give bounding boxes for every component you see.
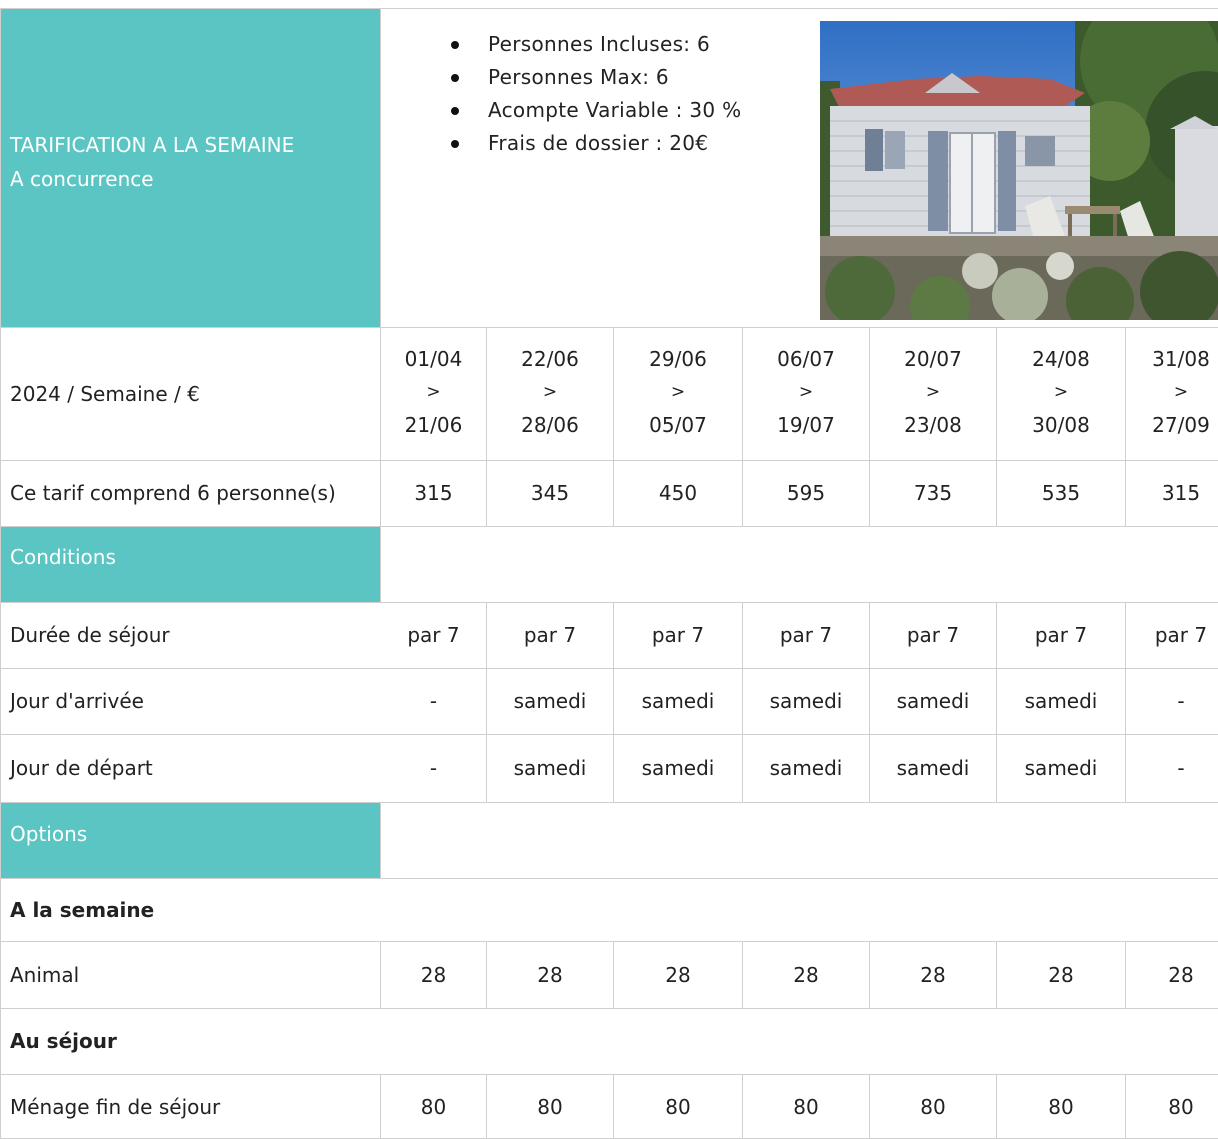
option-cell: 80 xyxy=(537,1095,563,1119)
top-border xyxy=(0,8,1218,9)
info-item: Acompte Variable : 30 % xyxy=(430,94,741,127)
row-divider xyxy=(0,941,1218,942)
mobile-home-photo xyxy=(820,21,1218,320)
condition-cell: samedi xyxy=(1024,756,1098,780)
period-start: 01/04 xyxy=(404,347,463,371)
condition-cell: par 7 xyxy=(1034,623,1088,647)
price-cell: 450 xyxy=(658,481,698,505)
period-separator: > xyxy=(1173,382,1189,402)
period-end: 21/06 xyxy=(404,413,463,437)
condition-cell: par 7 xyxy=(906,623,960,647)
condition-cell: samedi xyxy=(896,756,970,780)
condition-cell: par 7 xyxy=(779,623,833,647)
row-divider xyxy=(0,734,1218,735)
option-cell: 80 xyxy=(793,1095,819,1119)
period-start: 31/08 xyxy=(1152,347,1210,371)
condition-label: Jour d'arrivée xyxy=(10,689,144,713)
period-end: 30/08 xyxy=(1032,413,1090,437)
price-cell: 315 xyxy=(414,481,453,505)
condition-cell: samedi xyxy=(769,689,843,713)
period-separator: > xyxy=(925,382,941,402)
options-title: Options xyxy=(10,822,88,846)
price-cell: 535 xyxy=(1041,481,1081,505)
condition-cell: par 7 xyxy=(523,623,577,647)
condition-cell: par 7 xyxy=(1154,623,1208,647)
pricing-subtitle: A concurrence xyxy=(10,167,154,191)
period-end: 28/06 xyxy=(521,413,579,437)
condition-cell: - xyxy=(1177,756,1185,780)
period-start: 24/08 xyxy=(1032,347,1090,371)
option-cell: 80 xyxy=(420,1095,447,1119)
option-cell: 80 xyxy=(920,1095,946,1119)
stay-heading: Au séjour xyxy=(10,1029,117,1053)
period-start: 22/06 xyxy=(521,347,579,371)
condition-cell: samedi xyxy=(641,756,715,780)
row-divider xyxy=(0,602,1218,603)
info-list: Personnes Incluses: 6 Personnes Max: 6 A… xyxy=(430,28,741,160)
week-heading: A la semaine xyxy=(10,898,155,922)
period-end: 05/07 xyxy=(649,413,707,437)
period-end: 19/07 xyxy=(777,413,835,437)
option-cell: 28 xyxy=(665,963,691,987)
option-cell: 28 xyxy=(920,963,946,987)
conditions-title: Conditions xyxy=(10,545,116,569)
period-separator: > xyxy=(1053,382,1069,402)
condition-cell: - xyxy=(429,756,438,780)
period-start: 06/07 xyxy=(777,347,835,371)
info-item: Personnes Incluses: 6 xyxy=(430,28,741,61)
periods-label: 2024 / Semaine / € xyxy=(10,382,200,406)
info-item: Frais de dossier : 20€ xyxy=(430,127,741,160)
option-cell: 28 xyxy=(1168,963,1194,987)
option-cell: 80 xyxy=(665,1095,691,1119)
option-cell: 28 xyxy=(537,963,563,987)
option-label: Ménage fin de séjour xyxy=(10,1095,221,1119)
condition-cell: samedi xyxy=(1024,689,1098,713)
row-divider xyxy=(0,1008,1218,1009)
col-divider xyxy=(380,8,381,602)
col-divider xyxy=(380,802,381,878)
price-cell: 315 xyxy=(1161,481,1201,505)
condition-cell: samedi xyxy=(513,689,587,713)
condition-cell: par 7 xyxy=(407,623,460,647)
left-border xyxy=(0,8,1,1139)
option-cell: 28 xyxy=(1048,963,1074,987)
row-divider xyxy=(0,1074,1218,1075)
period-separator: > xyxy=(670,382,686,402)
condition-cell: samedi xyxy=(641,689,715,713)
option-cell: 28 xyxy=(420,963,447,987)
period-end: 27/09 xyxy=(1152,413,1210,437)
row-divider xyxy=(0,460,1218,461)
info-item: Personnes Max: 6 xyxy=(430,61,741,94)
price-cell: 735 xyxy=(913,481,953,505)
condition-cell: par 7 xyxy=(651,623,705,647)
period-start: 20/07 xyxy=(904,347,962,371)
option-cell: 80 xyxy=(1048,1095,1074,1119)
pricing-title: TARIFICATION A LA SEMAINE xyxy=(10,133,295,157)
pricing-table: TARIFICATION A LA SEMAINE A concurrence … xyxy=(0,0,1218,1139)
row-divider xyxy=(0,878,1218,879)
condition-cell: - xyxy=(1177,689,1185,713)
price-row-label: Ce tarif comprend 6 personne(s) xyxy=(10,481,336,505)
period-separator: > xyxy=(426,382,441,402)
period-separator: > xyxy=(798,382,814,402)
period-end: 23/08 xyxy=(904,413,962,437)
price-cell: 595 xyxy=(786,481,826,505)
condition-label: Jour de départ xyxy=(10,756,153,780)
row-divider xyxy=(0,668,1218,669)
condition-cell: samedi xyxy=(896,689,970,713)
row-divider xyxy=(0,802,1218,803)
price-cell: 345 xyxy=(530,481,570,505)
period-separator: > xyxy=(542,382,558,402)
option-cell: 80 xyxy=(1168,1095,1194,1119)
row-divider xyxy=(0,327,1218,328)
condition-cell: samedi xyxy=(513,756,587,780)
condition-cell: samedi xyxy=(769,756,843,780)
option-label: Animal xyxy=(10,963,80,987)
condition-label: Durée de séjour xyxy=(10,623,170,647)
condition-cell: - xyxy=(429,689,438,713)
period-start: 29/06 xyxy=(649,347,707,371)
option-cell: 28 xyxy=(793,963,819,987)
row-divider xyxy=(0,526,1218,527)
